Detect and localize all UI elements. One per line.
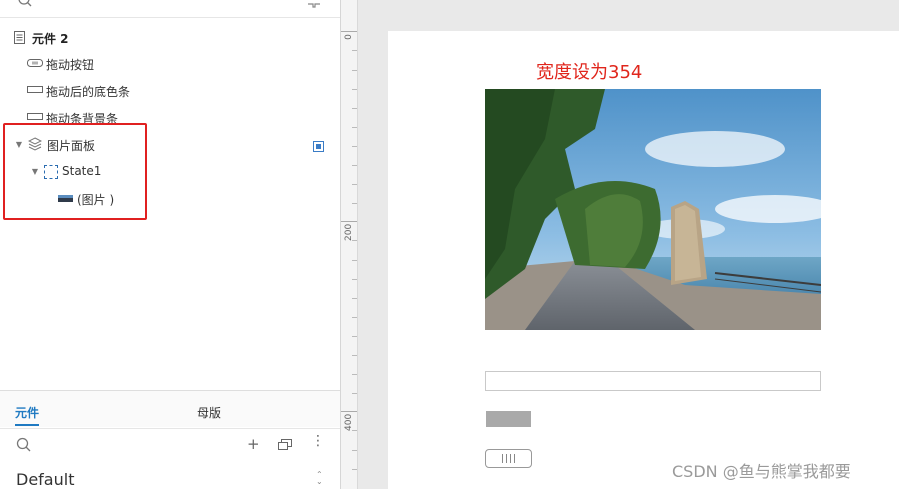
slider-drag-handle[interactable] [485, 449, 532, 468]
ruler-tick [352, 184, 357, 185]
button-shape-icon [27, 59, 43, 67]
library-select[interactable]: Default ⌃ ⌄ [0, 463, 340, 489]
ruler-tick [352, 146, 357, 147]
vertical-ruler: 0 200 400 [341, 0, 358, 489]
ruler-tick [352, 298, 357, 299]
ruler-tick [352, 203, 357, 204]
ruler-tick [352, 393, 357, 394]
ruler-tick [341, 411, 357, 412]
divider [0, 17, 340, 18]
width-annotation: 宽度设为354 [536, 62, 643, 83]
active-tab-indicator [15, 424, 39, 426]
ruler-tick [352, 50, 357, 51]
outline-item-label: 拖动按钮 [46, 58, 95, 72]
ruler-tick [352, 165, 357, 166]
library-toolbar: + ⋮ [0, 428, 340, 464]
panel-visibility-icon[interactable] [313, 141, 324, 152]
ruler-tick [352, 355, 357, 356]
ruler-tick [352, 469, 357, 470]
ruler-tick [352, 260, 357, 261]
highlight-annotation-box [3, 123, 147, 220]
ruler-tick [352, 450, 357, 451]
image-photo[interactable] [485, 89, 821, 330]
grip-line [502, 454, 503, 463]
ruler-tick [352, 127, 357, 128]
more-options-icon[interactable]: ⋮ [311, 434, 325, 448]
ruler-tick [352, 108, 357, 109]
library-select-value: Default [16, 470, 75, 489]
filter-icon[interactable] [306, 0, 322, 8]
outline-item-fill-bar[interactable]: 拖动后的底色条 [0, 78, 340, 104]
tab-components[interactable]: 元件 [15, 404, 39, 421]
ruler-tick [352, 336, 357, 337]
ruler-tick [352, 317, 357, 318]
slider-background-bar[interactable] [485, 371, 821, 391]
library-tabs: 元件 母版 [0, 391, 340, 427]
outline-item-label: 元件 2 [32, 32, 69, 46]
lakeside-photo-graphic [485, 89, 821, 330]
watermark: CSDN @鱼与熊掌我都要 [672, 462, 851, 481]
outline-item-drag-button[interactable]: 拖动按钮 [0, 51, 340, 77]
add-library-button[interactable]: + [247, 435, 260, 453]
rectangle-icon [27, 86, 43, 93]
open-library-icon[interactable] [278, 439, 292, 450]
ruler-label: 200 [344, 223, 354, 241]
outline-item-label: 拖动后的底色条 [46, 85, 131, 99]
ruler-label: 0 [344, 34, 354, 40]
grip-line [514, 454, 515, 463]
page-icon [14, 31, 25, 44]
chevron-updown-icon: ⌃ ⌄ [316, 470, 323, 486]
outline-panel: 元件 2 拖动按钮 拖动后的底色条 拖动条背景条 ▼ 图片面板 ▼ State1… [0, 0, 341, 489]
ruler-tick [341, 221, 357, 222]
grip-line [510, 454, 511, 463]
tab-masters[interactable]: 母版 [197, 404, 221, 421]
search-icon[interactable] [16, 437, 32, 453]
slider-fill-bar [486, 411, 531, 427]
outline-item-page[interactable]: 元件 2 [0, 25, 340, 51]
ruler-tick [352, 89, 357, 90]
ruler-tick [352, 279, 357, 280]
ruler-label: 400 [344, 413, 354, 431]
grip-line [506, 454, 507, 463]
ruler-tick [352, 374, 357, 375]
ruler-tick [352, 70, 357, 71]
search-icon[interactable] [16, 0, 36, 10]
rectangle-icon [27, 113, 43, 120]
